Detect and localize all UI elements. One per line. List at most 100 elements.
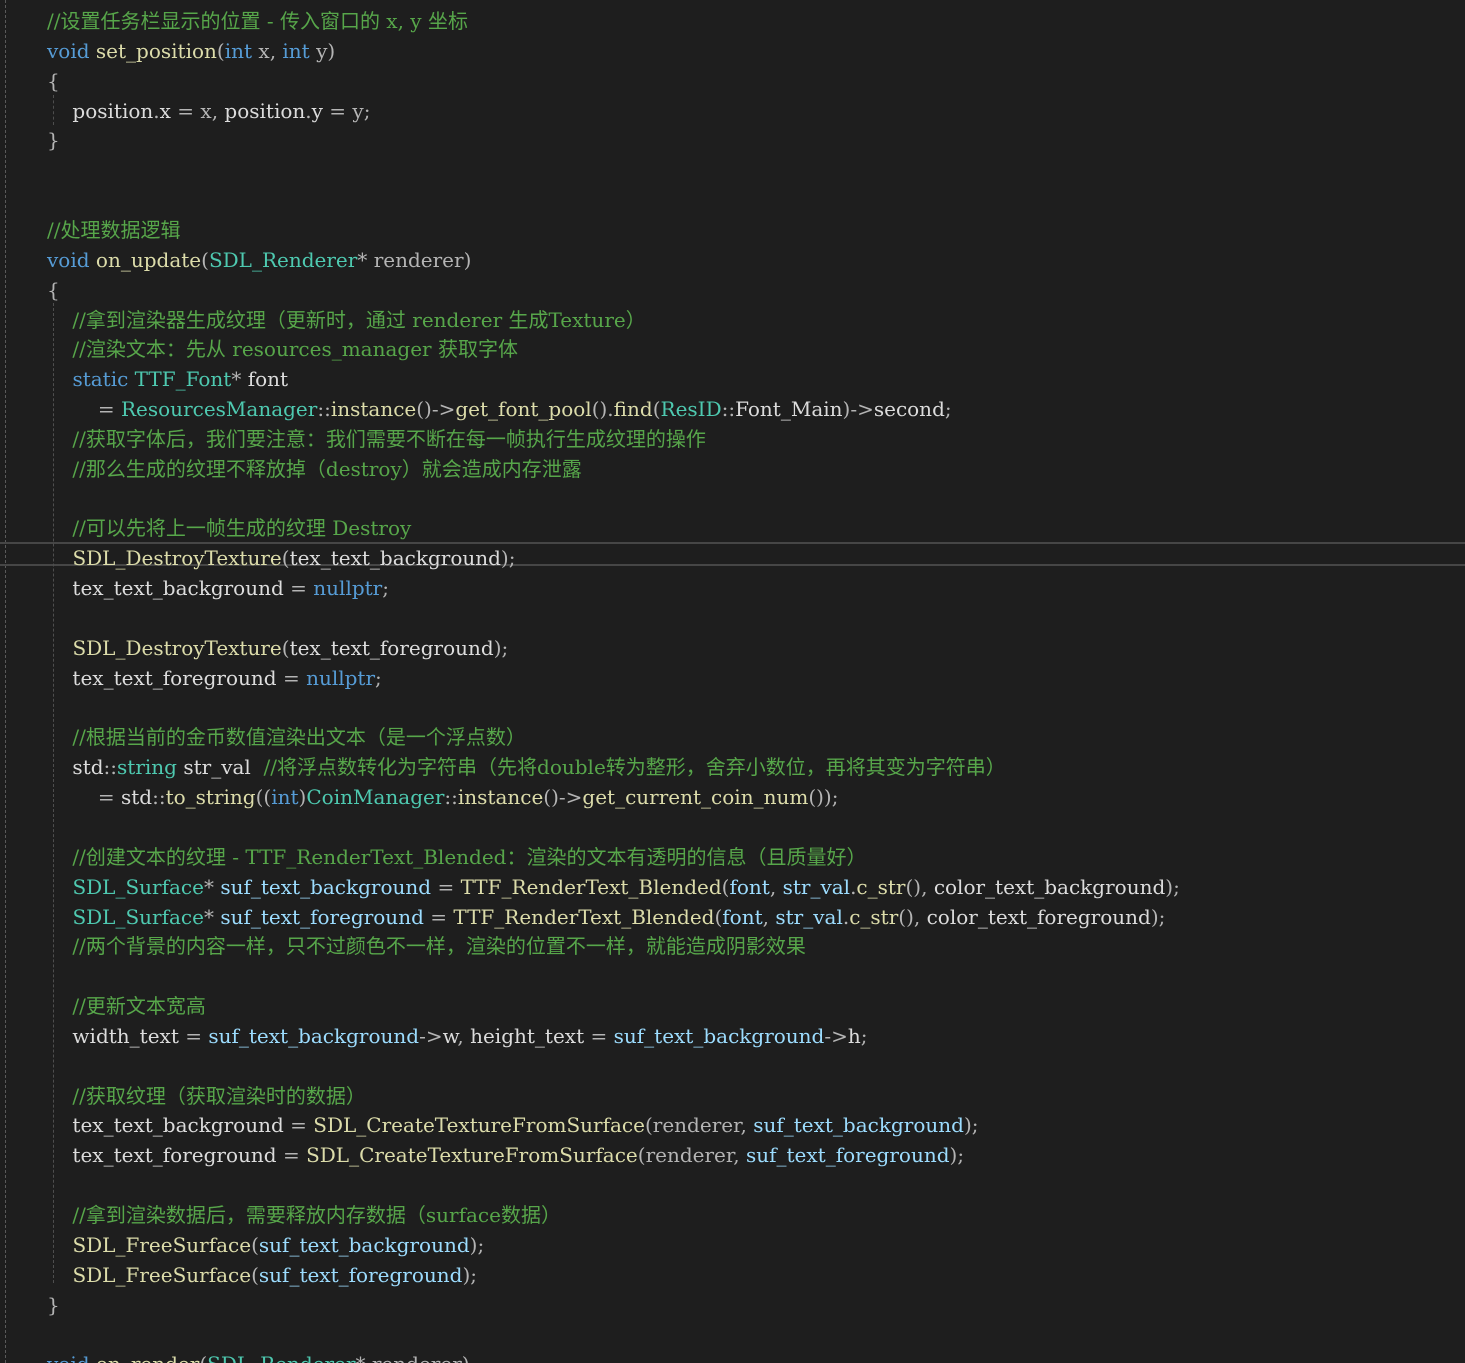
code-token: (), (898, 905, 927, 929)
code-token: set_position (95, 39, 217, 63)
code-token: second (873, 397, 945, 421)
code-token: SDL_DestroyTexture (72, 546, 282, 570)
code-token: void (47, 248, 90, 272)
code-token: //两个背景的内容一样，只不过颜色不一样，渲染的位置不一样，就能造成阴影效果 (47, 934, 806, 958)
code-token: x (200, 99, 212, 123)
code-line[interactable]: void on_render(SDL_Renderer* renderer) (47, 1349, 470, 1363)
code-token: tex_text_foreground (47, 1143, 283, 1167)
code-line[interactable]: //创建文本的纹理 - TTF_RenderText_Blended：渲染的文本… (47, 842, 866, 872)
code-line[interactable]: = ResourcesManager::instance()->get_font… (47, 394, 952, 424)
code-line[interactable]: } (47, 125, 60, 155)
code-line[interactable]: //根据当前的金币数值渲染出文本（是一个浮点数） (47, 722, 526, 752)
code-token: w (442, 1024, 458, 1048)
code-editor[interactable]: //设置任务栏显示的位置 - 传入窗口的 x, y 坐标 void set_pos… (0, 0, 1465, 1363)
code-token: suf_text_foreground (258, 1263, 463, 1287)
code-line[interactable]: tex_text_foreground = nullptr; (47, 663, 381, 693)
code-token: SDL_Surface (72, 905, 204, 929)
code-line[interactable]: SDL_Surface* suf_text_background = TTF_R… (47, 872, 1179, 902)
code-token: int (282, 39, 310, 63)
code-token: instance (457, 785, 544, 809)
code-token: void (47, 1352, 90, 1363)
code-line[interactable]: = std::to_string((int)CoinManager::insta… (47, 782, 839, 812)
code-token: SDL_Renderer (207, 1352, 355, 1363)
code-line[interactable]: tex_text_background = nullptr; (47, 573, 389, 603)
code-token: = (185, 1024, 209, 1048)
code-line[interactable]: SDL_DestroyTexture(tex_text_foreground); (47, 633, 508, 663)
code-line[interactable]: //设置任务栏显示的位置 - 传入窗口的 x, y 坐标 (47, 6, 468, 36)
code-line[interactable]: static TTF_Font* font (47, 364, 288, 394)
code-line[interactable]: //那么生成的纹理不释放掉（destroy）就会造成内存泄露 (47, 454, 581, 484)
code-line[interactable]: //两个背景的内容一样，只不过颜色不一样，渲染的位置不一样，就能造成阴影效果 (47, 931, 806, 961)
code-token: get_font_pool (455, 397, 592, 421)
code-line[interactable]: } (47, 1290, 60, 1320)
code-token: suf_text_background (258, 1233, 470, 1257)
code-token: :: (152, 785, 166, 809)
code-line[interactable]: //可以先将上一帧生成的纹理 Destroy (47, 513, 411, 543)
code-token: instance (330, 397, 417, 421)
code-line[interactable]: //渲染文本：先从 resources_manager 获取字体 (47, 334, 518, 364)
code-token: ); (500, 546, 516, 570)
code-line[interactable]: { (47, 275, 60, 305)
code-token: = (290, 576, 314, 600)
code-line[interactable]: //更新文本宽高 (47, 991, 205, 1021)
code-line[interactable]: //拿到渲染数据后，需要释放内存数据（surface数据） (47, 1200, 561, 1230)
code-token: * (231, 367, 248, 391)
code-token: ) (327, 39, 336, 63)
code-line[interactable]: position.x = x, position.y = y; (47, 96, 370, 126)
code-line[interactable]: { (47, 66, 60, 96)
code-line[interactable]: //处理数据逻辑 (47, 215, 180, 245)
code-line[interactable]: tex_text_foreground = SDL_CreateTextureF… (47, 1140, 964, 1170)
code-token: TTF_Font (134, 367, 232, 391)
code-token: //设置任务栏显示的位置 - 传入窗口的 x, y 坐标 (47, 9, 468, 33)
code-line[interactable]: SDL_DestroyTexture(tex_text_background); (47, 543, 515, 573)
editor-gutter (0, 0, 14, 1363)
code-token: suf_text_background (753, 1113, 964, 1137)
code-line[interactable]: SDL_Surface* suf_text_foreground = TTF_R… (47, 902, 1165, 932)
code-line[interactable]: //拿到渲染器生成纹理（更新时，通过 renderer 生成Texture） (47, 305, 645, 335)
code-token: ( (199, 1352, 207, 1363)
code-token: suf_text_background (613, 1024, 825, 1048)
code-line[interactable]: SDL_FreeSurface(suf_text_foreground); (47, 1260, 477, 1290)
code-token: color_text_foreground (926, 905, 1151, 929)
code-token: font (722, 905, 763, 929)
code-token: height_text (470, 1024, 591, 1048)
code-token: font (247, 367, 289, 391)
code-token: suf_text_foreground (220, 905, 424, 929)
code-line[interactable]: std::string str_val //将浮点数转化为字符串（先将doubl… (47, 752, 1006, 782)
code-token: //根据当前的金币数值渲染出文本（是一个浮点数） (47, 725, 526, 749)
code-line[interactable]: tex_text_background = SDL_CreateTextureF… (47, 1110, 978, 1140)
code-line[interactable]: SDL_FreeSurface(suf_text_background); (47, 1230, 484, 1260)
code-token: y (316, 39, 328, 63)
code-token: , (740, 1113, 754, 1137)
code-line[interactable]: width_text = suf_text_background->w, hei… (47, 1021, 867, 1051)
code-token: , (211, 99, 225, 123)
code-token: void (47, 39, 90, 63)
code-token: suf_text_background (220, 875, 432, 899)
code-line[interactable]: void on_update(SDL_Renderer* renderer) (47, 245, 471, 275)
code-line[interactable]: void set_position(int x, int y) (47, 36, 335, 66)
code-token: ( (652, 397, 661, 421)
code-token: ( (216, 39, 225, 63)
code-token: //将浮点数转化为字符串（先将double转为整形，舍弃小数位，再将其变为字符串… (263, 755, 1006, 779)
code-token: renderer (373, 248, 464, 272)
code-token: c_str (849, 905, 899, 929)
code-token: tex_text_background (289, 546, 501, 570)
code-line[interactable]: //获取字体后，我们要注意：我们需要不断在每一帧执行生成纹理的操作 (47, 424, 705, 454)
code-token: ( (201, 248, 209, 272)
code-token: ; (944, 397, 952, 421)
code-token: //渲染文本：先从 resources_manager 获取字体 (47, 337, 518, 361)
code-token: { (47, 278, 60, 302)
code-token: = (97, 397, 121, 421)
code-token: str_val (775, 905, 843, 929)
code-token: CoinManager (306, 785, 445, 809)
code-token: SDL_FreeSurface (72, 1263, 252, 1287)
code-token: :: (103, 755, 118, 779)
code-line[interactable]: //获取纹理（获取渲染时的数据） (47, 1081, 365, 1111)
code-token: y (311, 99, 330, 123)
code-token: nullptr (306, 666, 376, 690)
code-token: ); (1150, 905, 1166, 929)
code-token: ()); (808, 785, 839, 809)
